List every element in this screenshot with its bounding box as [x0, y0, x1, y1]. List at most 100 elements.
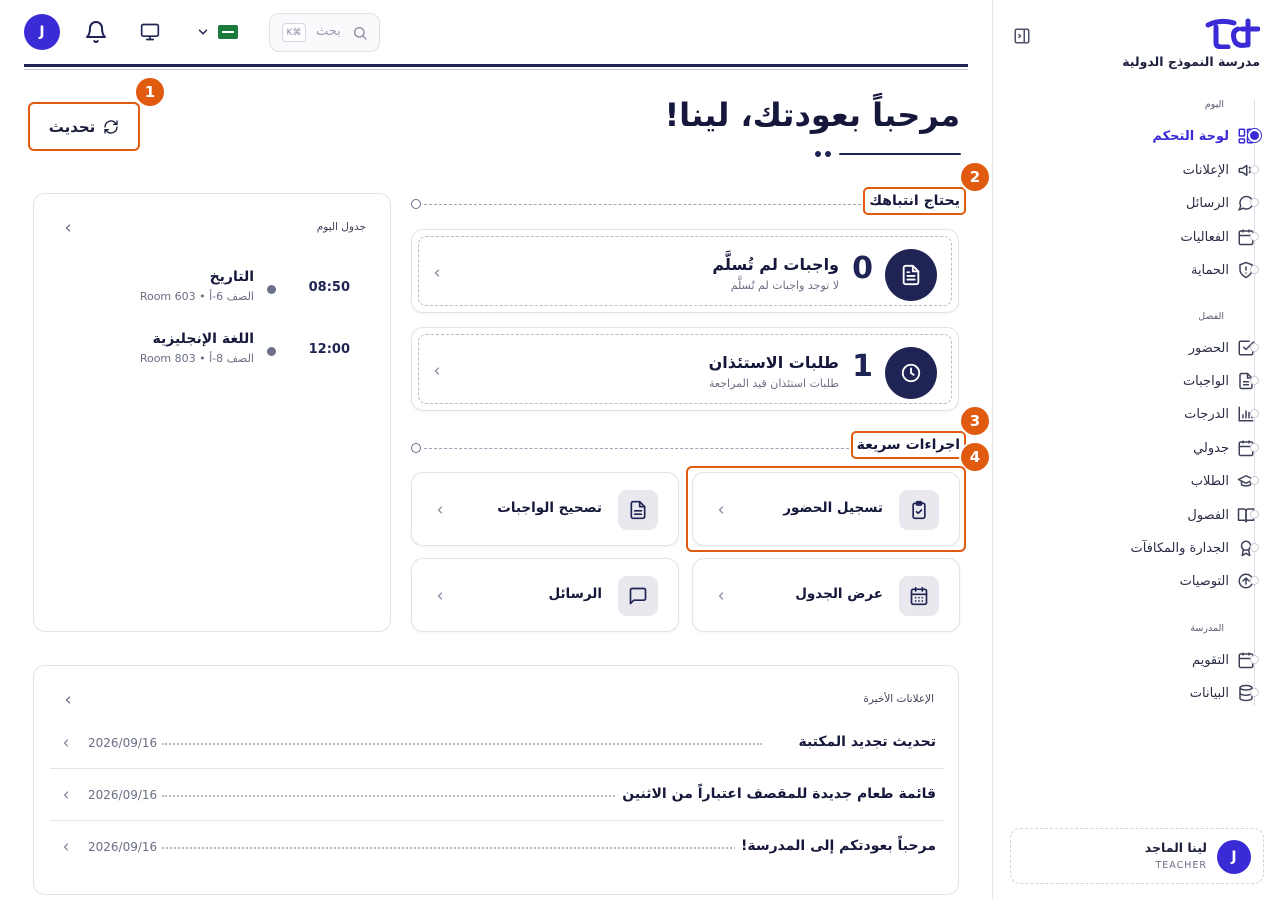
sidebar-item-safeguarding[interactable]: الحماية — [1035, 256, 1255, 284]
sidebar-item-recommendations[interactable]: التوصيات — [1035, 567, 1255, 595]
nav-label: الحماية — [1190, 262, 1229, 278]
clock-icon — [901, 363, 921, 383]
sidebar-item-grades[interactable]: الدرجات — [1035, 400, 1255, 428]
nav-label: التقويم — [1191, 652, 1229, 668]
language-select[interactable] — [196, 20, 244, 44]
schedule-room: الصف 6-أ • Room 603 — [139, 290, 254, 303]
qa-icon-wrap — [618, 490, 658, 530]
nav-indicator — [1250, 165, 1259, 174]
grade-homework-button[interactable]: تصحيح الواجبات — [411, 472, 679, 546]
card-inner-border: 0 واجبات لم تُسلَّم لا توجد واجبات لم تُ… — [418, 236, 952, 306]
title-underline-decoration — [815, 151, 961, 157]
section-divider — [424, 448, 854, 449]
chevron-left-icon — [63, 843, 69, 851]
sidebar-item-events[interactable]: الفعاليات — [1035, 223, 1255, 251]
panel-title: جدول اليوم — [316, 221, 366, 233]
step-badge-3: 3 — [959, 405, 991, 437]
leave-requests-card[interactable]: 1 طلبات الاستئذان طلبات استئذان قيد المر… — [411, 327, 959, 411]
search-icon — [354, 27, 367, 40]
att-count: 0 — [852, 251, 873, 286]
nav-indicator — [1250, 443, 1259, 452]
header-divider — [24, 64, 968, 67]
sidebar-item-merits[interactable]: الجدارة والمكافآت — [1035, 534, 1255, 562]
leader-dots — [162, 743, 762, 745]
nav-indicator — [1250, 265, 1259, 274]
nav-section-label: المدرسة — [1190, 623, 1224, 634]
nav-label: الطلاب — [1190, 473, 1229, 489]
search-input[interactable]: K⌘ بحث — [269, 13, 380, 52]
sidebar-item-announcements[interactable]: الإعلانات — [1035, 156, 1255, 184]
nav-label: التوصيات — [1179, 573, 1229, 589]
messages-button[interactable]: الرسائل — [411, 558, 679, 632]
nav-indicator — [1250, 688, 1259, 697]
chevron-left-icon[interactable] — [62, 222, 74, 234]
sidebar-item-my-schedule[interactable]: جدولي — [1035, 434, 1255, 462]
announcement-title: قائمة طعام جديدة للمقصف اعتباراً من الاث… — [616, 786, 936, 802]
schedule-room: الصف 8-أ • Room 803 — [139, 352, 254, 365]
nav-label: الجدارة والمكافآت — [1130, 540, 1229, 556]
notifications-button[interactable] — [84, 20, 108, 44]
attention-section-title: يحتاج انتباهك — [863, 187, 966, 215]
qa-label: تصحيح الواجبات — [497, 500, 602, 516]
sidebar: مدرسة النموذج الدولية اليوم لوحة التحكم … — [992, 0, 1280, 900]
nav-label: الحضور — [1188, 340, 1229, 356]
qa-icon-wrap — [899, 576, 939, 616]
step-badge-2: 2 — [959, 161, 991, 193]
sidebar-item-classes[interactable]: الفصول — [1035, 501, 1255, 529]
chevron-left-icon — [718, 592, 724, 600]
sidebar-collapse-icon[interactable] — [1013, 27, 1031, 45]
view-schedule-button[interactable]: عرض الجدول — [692, 558, 960, 632]
nav-label: الرسائل — [1185, 195, 1229, 211]
sidebar-item-homework[interactable]: الواجبات — [1035, 367, 1255, 395]
announcement-date: 2026/09/16 — [88, 736, 158, 750]
recent-announcements-panel: الإعلانات الأخيرة تحديث تجديد المكتبة 20… — [33, 665, 959, 895]
att-subtitle: لا توجد واجبات لم تُسلَّم — [730, 279, 839, 292]
nav-indicator — [1250, 343, 1259, 352]
calendar-icon — [910, 586, 928, 606]
section-marker — [411, 443, 421, 453]
document-icon — [902, 264, 920, 286]
qa-icon-wrap — [899, 490, 939, 530]
avatar: J — [1217, 840, 1251, 874]
schedule-entry[interactable]: 12:00 اللغة الإنجليزية الصف 8-أ • Room 8… — [56, 331, 366, 375]
att-count: 1 — [852, 349, 873, 384]
chevron-left-icon — [437, 592, 443, 600]
clipboard-check-icon — [912, 500, 926, 520]
qa-label: تسجيل الحضور — [783, 500, 883, 516]
section-divider — [424, 204, 866, 205]
sidebar-item-attendance[interactable]: الحضور — [1035, 334, 1255, 362]
sidebar-item-messages[interactable]: الرسائل — [1035, 189, 1255, 217]
nav-label: جدولي — [1193, 440, 1229, 456]
user-profile-card[interactable]: J لينا الماجد TEACHER — [1010, 828, 1264, 884]
sidebar-item-dashboard[interactable]: لوحة التحكم — [1035, 122, 1255, 150]
announcement-item[interactable]: مرحباً بعودتكم إلى المدرسة! 2026/09/16 — [50, 821, 944, 873]
unsubmitted-homework-card[interactable]: 0 واجبات لم تُسلَّم لا توجد واجبات لم تُ… — [411, 229, 959, 313]
announcement-date: 2026/09/16 — [88, 788, 158, 802]
sidebar-item-data[interactable]: البيانات — [1035, 679, 1255, 707]
search-shortcut: K⌘ — [282, 23, 306, 42]
att-title: طلبات الاستئذان — [708, 353, 839, 372]
nav-indicator — [1250, 198, 1259, 207]
take-attendance-button[interactable]: تسجيل الحضور — [692, 472, 960, 546]
leader-dots — [162, 795, 642, 797]
document-icon — [630, 500, 646, 520]
timeline-dot — [267, 285, 276, 294]
announcement-item[interactable]: قائمة طعام جديدة للمقصف اعتباراً من الاث… — [50, 769, 944, 821]
user-avatar[interactable]: J — [24, 14, 60, 50]
nav-label: الواجبات — [1182, 373, 1229, 389]
chevron-left-icon — [63, 739, 69, 747]
display-mode-button[interactable] — [140, 22, 160, 42]
saudi-flag-icon — [218, 25, 238, 39]
sidebar-item-students[interactable]: الطلاب — [1035, 467, 1255, 495]
chevron-left-icon[interactable] — [62, 694, 74, 706]
timeline-dot — [267, 347, 276, 356]
card-inner-border: 1 طلبات الاستئذان طلبات استئذان قيد المر… — [418, 334, 952, 404]
chevron-left-icon — [718, 506, 724, 514]
nav-label: الفعاليات — [1180, 229, 1229, 245]
announcement-item[interactable]: تحديث تجديد المكتبة 2026/09/16 — [50, 717, 944, 769]
refresh-button[interactable]: تحديث — [28, 102, 140, 151]
sidebar-item-calendar[interactable]: التقويم — [1035, 646, 1255, 674]
schedule-entry[interactable]: 08:50 التاريخ الصف 6-أ • Room 603 — [56, 269, 366, 313]
schedule-subject: اللغة الإنجليزية — [152, 331, 255, 347]
avatar-letter: J — [1231, 849, 1237, 865]
